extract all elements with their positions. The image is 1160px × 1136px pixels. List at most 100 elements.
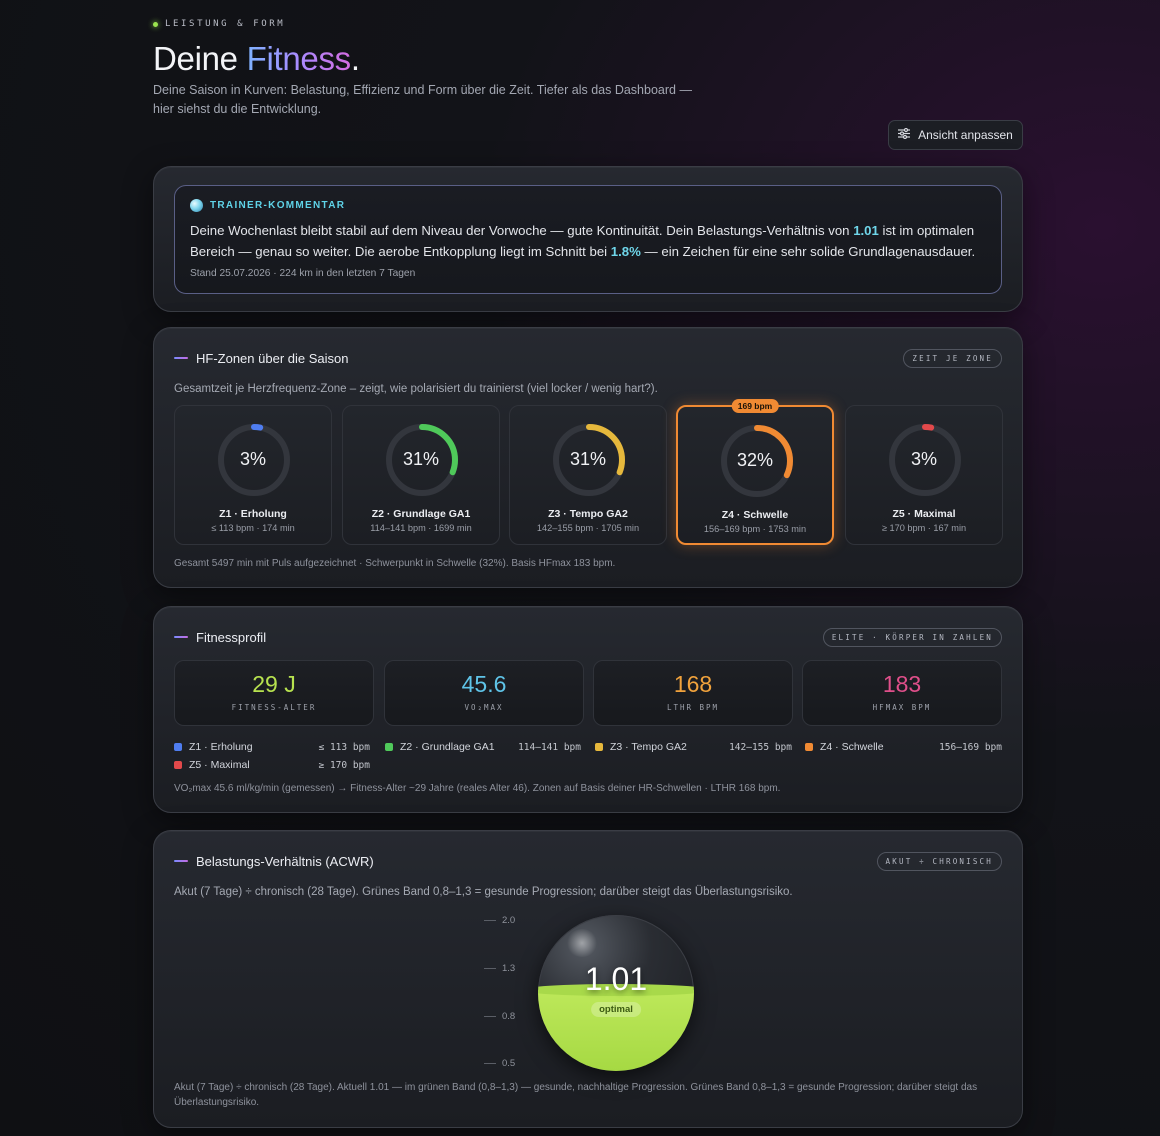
- zone-card[interactable]: 3% Z5 · Maximal ≥ 170 bpm · 167 min: [845, 405, 1003, 545]
- zone-card[interactable]: 169 bpm 32% Z4 · Schwelle 156–169 bpm · 175…: [676, 399, 834, 545]
- sliders-icon: [898, 127, 911, 142]
- legend-name: Z4 · Schwelle: [820, 741, 884, 753]
- acwr-gauge: 1.01 optimal: [538, 915, 694, 1071]
- zone-name: Z2 · Grundlage GA1: [371, 508, 471, 520]
- acwr-status-badge: optimal: [591, 1002, 641, 1017]
- trainer-text-part: — ein Zeichen für eine sehr solide Grund…: [640, 244, 976, 259]
- zone-detail: 114–141 bpm · 1699 min: [370, 523, 472, 533]
- zone-detail: ≤ 113 bpm · 174 min: [211, 523, 295, 533]
- acwr-value: 1.01: [584, 961, 648, 997]
- acwr-title: Belastungs-Verhältnis (ACWR): [196, 853, 374, 869]
- zone-percent: 3%: [239, 449, 266, 469]
- status-dot: [153, 21, 158, 27]
- legend-range: ≤ 113 bpm: [318, 742, 370, 753]
- page-subtitle: Deine Saison in Kurven: Belastung, Effiz…: [153, 83, 692, 116]
- section-eyebrow: LEISTUNG & FORM: [153, 19, 285, 29]
- legend-range: ≥ 170 bpm: [318, 760, 370, 771]
- zone-percent: 32%: [736, 450, 774, 470]
- legend-name: Z1 · Erholung: [189, 741, 253, 753]
- stat-value: 29 J: [252, 671, 296, 697]
- legend-swatch: [595, 743, 603, 751]
- zones-description: Gesamtzeit je Herzfrequenz-Zone – zeigt,…: [174, 383, 658, 395]
- title-accent-bar: [174, 636, 188, 638]
- stat-card: 183 HFMAX BPM: [802, 660, 1002, 726]
- stat-label: HFMAX BPM: [872, 703, 932, 712]
- panel-title: Belastungs-Verhältnis (ACWR): [174, 854, 374, 869]
- stat-card: 168 LTHR BPM: [593, 660, 793, 726]
- zone-card[interactable]: 3% Z1 · Erholung ≤ 113 bpm · 174 min: [174, 405, 332, 545]
- title-main: Deine: [153, 40, 247, 77]
- stat-value: 45.6: [461, 671, 507, 697]
- eyebrow-label: LEISTUNG & FORM: [165, 19, 286, 29]
- axis-tick: 1.3: [484, 963, 515, 974]
- zone-name: Z5 · Maximal: [892, 508, 956, 520]
- trainer-orb-icon: [190, 199, 203, 212]
- acwr-highlight: 1.01: [853, 223, 879, 238]
- trainer-label: TRAINER-KOMMENTAR: [190, 199, 345, 212]
- page-title: Deine Fitness.: [153, 40, 360, 78]
- zone-detail: ≥ 170 bpm · 167 min: [881, 523, 967, 533]
- legend-item: Z5 · Maximal: [174, 759, 250, 771]
- trainer-panel: TRAINER-KOMMENTAR Deine Wochenlast bleib…: [153, 166, 1023, 312]
- legend-item: Z1 · Erholung: [174, 741, 253, 753]
- panel-title: Fitnessprofil: [174, 630, 266, 645]
- axis-tick: 0.8: [484, 1011, 515, 1022]
- zone-card[interactable]: 31% Z3 · Tempo GA2 142–155 bpm · 1705 min: [509, 405, 667, 545]
- legend-name: Z2 · Grundlage GA1: [400, 741, 495, 753]
- legend-range: 156–169 bpm: [939, 742, 1002, 753]
- adjust-view-label: Ansicht anpassen: [918, 128, 1013, 142]
- zones-footer: Gesamt 5497 min mit Puls aufgezeichnet ·…: [174, 558, 616, 569]
- zone-detail: 142–155 bpm · 1705 min: [536, 523, 640, 533]
- stat-value: 168: [673, 671, 713, 697]
- legend-name: Z5 · Maximal: [189, 759, 250, 771]
- title-dot: .: [350, 40, 360, 77]
- trainer-meta: Stand 25.07.2026 · 224 km in den letzten…: [190, 268, 416, 279]
- trainer-comment-text: Deine Wochenlast bleibt stabil auf dem N…: [190, 220, 990, 262]
- legend-range: 114–141 bpm: [518, 742, 581, 753]
- axis-tick: 2.0: [484, 915, 515, 926]
- stat-label: FITNESS-ALTER: [231, 703, 317, 712]
- legend-swatch: [805, 743, 813, 751]
- zone-detail: 156–169 bpm · 1753 min: [703, 524, 807, 534]
- legend-swatch: [385, 743, 393, 751]
- hr-zones-panel: HF-Zonen über die Saison ZEIT JE ZONE Ge…: [153, 327, 1023, 588]
- acwr-description: Akut (7 Tage) ÷ chronisch (28 Tage). Grü…: [174, 886, 793, 898]
- acwr-footer: Akut (7 Tage) ÷ chronisch (28 Tage). Akt…: [174, 1082, 978, 1108]
- zone-card[interactable]: 31% Z2 · Grundlage GA1 114–141 bpm · 1699 …: [342, 405, 500, 545]
- legend-swatch: [174, 761, 182, 769]
- title-accent-bar: [174, 860, 188, 862]
- trainer-comment-box: TRAINER-KOMMENTAR Deine Wochenlast bleib…: [174, 185, 1002, 294]
- axis-tick: 0.5: [484, 1058, 515, 1069]
- legend-item: Z2 · Grundlage GA1: [385, 741, 495, 753]
- fitness-profile-panel: Fitnessprofil ELITE · KÖRPER IN ZAHLEN 2…: [153, 606, 1023, 813]
- zones-pill[interactable]: ZEIT JE ZONE: [903, 348, 1002, 368]
- trainer-text-part: Deine Wochenlast bleibt stabil auf dem N…: [190, 223, 854, 238]
- stat-card: 45.6 VO₂MAX: [384, 660, 584, 726]
- zone-percent: 31%: [402, 449, 440, 469]
- legend-name: Z3 · Tempo GA2: [610, 741, 687, 753]
- decoupling-highlight: 1.8%: [610, 244, 641, 259]
- profile-pill[interactable]: ELITE · KÖRPER IN ZAHLEN: [822, 627, 1002, 647]
- zone-name: Z1 · Erholung: [219, 508, 287, 520]
- zones-title: HF-Zonen über die Saison: [196, 350, 349, 366]
- stat-value: 183: [882, 671, 922, 697]
- title-accent: Fitness: [246, 40, 352, 77]
- acwr-pill[interactable]: AKUT ÷ CHRONISCH: [876, 851, 1002, 871]
- zone-name: Z3 · Tempo GA2: [548, 508, 628, 520]
- gauge-shine: [566, 929, 598, 957]
- trainer-label-text: TRAINER-KOMMENTAR: [210, 200, 346, 211]
- acwr-panel: Belastungs-Verhältnis (ACWR) AKUT ÷ CHRO…: [153, 830, 1023, 1128]
- panel-title: HF-Zonen über die Saison: [174, 351, 348, 366]
- stat-card: 29 J FITNESS-ALTER: [174, 660, 374, 726]
- stat-label: VO₂MAX: [464, 703, 504, 712]
- zone-percent: 3%: [910, 449, 937, 469]
- profile-title: Fitnessprofil: [196, 629, 267, 645]
- legend-range: 142–155 bpm: [729, 742, 792, 753]
- adjust-view-button[interactable]: Ansicht anpassen: [888, 120, 1023, 150]
- legend-swatch: [174, 743, 182, 751]
- zone-name: Z4 · Schwelle: [721, 509, 789, 521]
- zone-percent: 31%: [569, 449, 607, 469]
- title-accent-bar: [174, 357, 188, 359]
- threshold-badge: 169 bpm: [731, 399, 779, 413]
- profile-footer: VO₂max 45.6 ml/kg/min (gemessen) → Fitne…: [174, 783, 781, 794]
